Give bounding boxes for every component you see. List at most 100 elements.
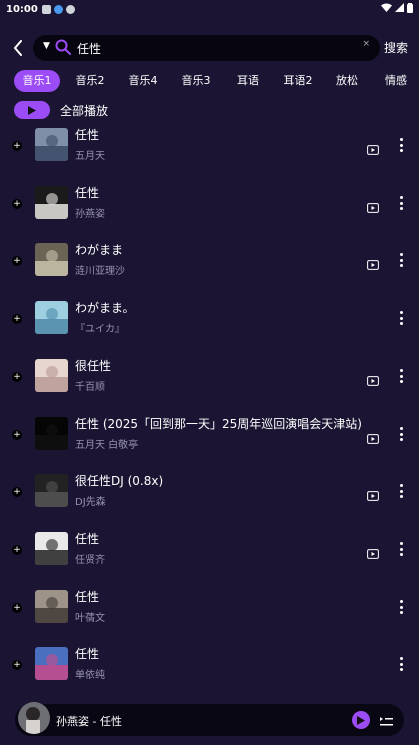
more-options-icon[interactable] <box>396 599 406 615</box>
now-playing-cover[interactable] <box>18 702 50 734</box>
add-icon[interactable]: + <box>12 603 22 613</box>
add-icon[interactable]: + <box>12 545 22 555</box>
album-cover <box>35 243 68 276</box>
browser-notification-icon <box>53 4 63 14</box>
add-icon[interactable]: + <box>12 660 22 670</box>
play-all-button[interactable] <box>14 101 50 119</box>
song-artist: 任贤齐 <box>75 555 105 566</box>
add-icon[interactable]: + <box>12 314 22 324</box>
mv-icon[interactable] <box>367 371 379 386</box>
song-row[interactable]: + わがまま 涟川亚理沙 <box>0 233 419 291</box>
song-title: 任性 <box>75 128 100 142</box>
album-cover <box>35 417 68 450</box>
song-artist: 孙燕姿 <box>75 209 105 220</box>
album-cover <box>35 301 68 334</box>
search-input[interactable]: ▼ 任性 × <box>33 35 380 61</box>
album-cover <box>35 128 68 161</box>
play-button[interactable] <box>352 711 370 729</box>
song-row[interactable]: + 任性 五月天 <box>0 118 419 176</box>
add-icon[interactable]: + <box>12 487 22 497</box>
mv-icon[interactable] <box>367 486 379 501</box>
song-artist: 叶蒨文 <box>75 613 105 624</box>
now-playing-text: 孙燕姿 - 任性 <box>56 715 122 728</box>
tab-emotion[interactable]: 情感 <box>373 70 419 92</box>
battery-icon <box>407 2 413 16</box>
search-button[interactable]: 搜索 <box>384 39 408 56</box>
mv-icon[interactable] <box>367 429 379 444</box>
song-artist: 单依纯 <box>75 670 105 681</box>
mv-icon[interactable] <box>367 140 379 155</box>
back-arrow-icon <box>13 40 22 56</box>
album-cover <box>35 359 68 392</box>
tab-music-4[interactable]: 音乐4 <box>120 70 166 92</box>
song-artist: 五月天 <box>75 151 105 162</box>
mv-icon[interactable] <box>367 255 379 270</box>
song-title: 任性 <box>75 647 100 661</box>
tab-music-1[interactable]: 音乐1 <box>14 70 60 92</box>
status-time: 10:00 <box>6 3 38 15</box>
playlist-icon[interactable] <box>379 712 393 726</box>
play-icon <box>28 105 36 115</box>
more-options-icon[interactable] <box>396 483 406 499</box>
signal-icon <box>395 3 404 15</box>
album-cover <box>35 474 68 507</box>
album-cover <box>35 186 68 219</box>
wifi-icon <box>381 3 392 15</box>
song-row[interactable]: + 任性 叶蒨文 <box>0 580 419 638</box>
clear-icon[interactable]: × <box>362 39 370 49</box>
song-title: 任性 <box>75 532 100 546</box>
more-options-icon[interactable] <box>396 656 406 672</box>
more-options-icon[interactable] <box>396 195 406 211</box>
more-options-icon[interactable] <box>396 310 406 326</box>
more-options-icon[interactable] <box>396 426 406 442</box>
back-button[interactable] <box>9 38 27 58</box>
play-all-label: 全部播放 <box>60 103 109 118</box>
song-artist: DJ先森 <box>75 497 106 508</box>
song-artist: 千百顺 <box>75 382 105 393</box>
tab-music-2[interactable]: 音乐2 <box>67 70 113 92</box>
play-all[interactable]: 全部播放 <box>14 101 108 119</box>
tab-relax[interactable]: 放松 <box>324 70 370 92</box>
song-row[interactable]: + 任性 单依纯 <box>0 637 419 695</box>
more-options-icon[interactable] <box>396 137 406 153</box>
tab-whisper[interactable]: 耳语 <box>225 70 271 92</box>
song-row[interactable]: + 任性 (2025「回到那一天」25周年巡回演唱会天津站) 五月天 白敬亭 <box>0 407 419 465</box>
song-title: 很任性 <box>75 359 112 373</box>
more-options-icon[interactable] <box>396 541 406 557</box>
add-icon[interactable]: + <box>12 256 22 266</box>
add-icon[interactable]: + <box>12 199 22 209</box>
song-title: 任性 <box>75 590 100 604</box>
add-icon[interactable]: + <box>12 141 22 151</box>
status-bar: 10:00 <box>0 0 419 18</box>
shield-icon <box>65 4 75 14</box>
search-bar: ▼ 任性 × 搜索 <box>0 35 419 61</box>
add-icon[interactable]: + <box>12 430 22 440</box>
category-tabs: 音乐1 音乐2 音乐4 音乐3 耳语 耳语2 放松 情感 <box>0 70 419 92</box>
play-icon <box>357 715 365 725</box>
song-row[interactable]: + 任性 任贤齐 <box>0 522 419 580</box>
search-query-text[interactable]: 任性 <box>77 40 101 57</box>
song-title: 任性 <box>75 186 100 200</box>
tab-music-3[interactable]: 音乐3 <box>173 70 219 92</box>
song-row[interactable]: + わがまま。 『ユイカ』 <box>0 291 419 349</box>
add-icon[interactable]: + <box>12 372 22 382</box>
more-options-icon[interactable] <box>396 252 406 268</box>
song-title: わがまま。 <box>75 301 135 315</box>
album-cover <box>35 647 68 680</box>
song-title: 很任性DJ (0.8x) <box>75 474 164 488</box>
song-artist: 『ユイカ』 <box>75 324 125 335</box>
app-notification-icon <box>41 4 51 14</box>
tab-whisper-2[interactable]: 耳语2 <box>275 70 321 92</box>
song-artist: 涟川亚理沙 <box>75 266 125 277</box>
more-options-icon[interactable] <box>396 368 406 384</box>
mv-icon[interactable] <box>367 544 379 559</box>
song-row[interactable]: + 很任性 千百顺 <box>0 349 419 407</box>
mv-icon[interactable] <box>367 198 379 213</box>
song-title: わがまま <box>75 243 124 257</box>
mini-player[interactable]: 孙燕姿 - 任性 <box>15 702 404 736</box>
song-row[interactable]: + 任性 孙燕姿 <box>0 176 419 234</box>
album-cover <box>35 532 68 565</box>
search-icon <box>55 39 71 59</box>
search-type-dropdown[interactable]: ▼ <box>43 41 50 51</box>
song-row[interactable]: + 很任性DJ (0.8x) DJ先森 <box>0 464 419 522</box>
